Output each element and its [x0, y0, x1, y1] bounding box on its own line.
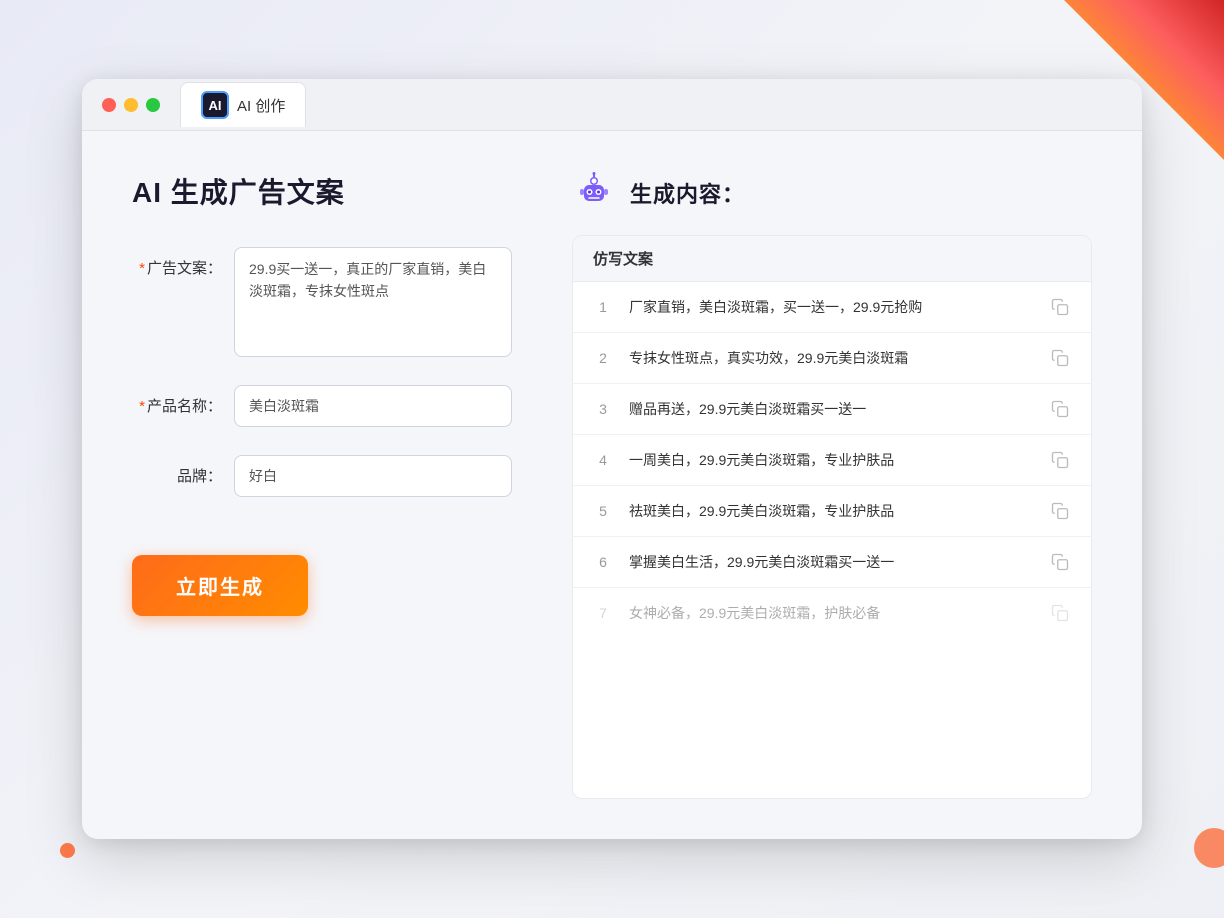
ad-copy-input[interactable]: 29.9买一送一，真正的厂家直销，美白淡斑霜，专抹女性斑点: [234, 247, 512, 357]
brand-group: 品牌：: [132, 455, 512, 497]
corner-decoration-br: [1194, 828, 1224, 868]
table-header: 仿写文案: [573, 236, 1091, 282]
product-name-group: *产品名称：: [132, 385, 512, 427]
ai-tab-icon: AI: [201, 91, 229, 119]
table-row: 1 厂家直销，美白淡斑霜，买一送一，29.9元抢购: [573, 282, 1091, 333]
maximize-button[interactable]: [146, 98, 160, 112]
main-content: AI 生成广告文案 *广告文案： 29.9买一送一，真正的厂家直销，美白淡斑霜，…: [82, 131, 1142, 839]
result-title: 生成内容：: [630, 177, 745, 209]
row-number: 6: [593, 554, 613, 570]
copy-icon[interactable]: [1049, 398, 1071, 420]
robot-icon: [572, 171, 616, 215]
result-table: 仿写文案 1 厂家直销，美白淡斑霜，买一送一，29.9元抢购 2 专抹女性斑点，真实…: [572, 235, 1092, 799]
row-text: 专抹女性斑点，真实功效，29.9元美白淡斑霜: [629, 348, 1033, 369]
row-text: 女神必备，29.9元美白淡斑霜，护肤必备: [629, 603, 1033, 624]
copy-icon[interactable]: [1049, 449, 1071, 471]
table-row: 6 掌握美白生活，29.9元美白淡斑霜买一送一: [573, 537, 1091, 588]
product-name-input[interactable]: [234, 385, 512, 427]
left-panel: AI 生成广告文案 *广告文案： 29.9买一送一，真正的厂家直销，美白淡斑霜，…: [132, 171, 512, 799]
page-title: AI 生成广告文案: [132, 171, 512, 211]
row-number: 4: [593, 452, 613, 468]
row-number: 7: [593, 605, 613, 621]
row-number: 1: [593, 299, 613, 315]
title-bar: AI AI 创作: [82, 79, 1142, 131]
brand-label: 品牌：: [132, 455, 222, 486]
table-row: 2 专抹女性斑点，真实功效，29.9元美白淡斑霜: [573, 333, 1091, 384]
copy-icon[interactable]: [1049, 602, 1071, 624]
minimize-button[interactable]: [124, 98, 138, 112]
tab-label: AI 创作: [237, 95, 285, 116]
row-text: 赠品再送，29.9元美白淡斑霜买一送一: [629, 399, 1033, 420]
copy-icon[interactable]: [1049, 347, 1071, 369]
corner-decoration-bl: [60, 843, 75, 858]
table-row: 7 女神必备，29.9元美白淡斑霜，护肤必备: [573, 588, 1091, 638]
close-button[interactable]: [102, 98, 116, 112]
required-star-product: *: [139, 398, 145, 415]
table-row: 4 一周美白，29.9元美白淡斑霜，专业护肤品: [573, 435, 1091, 486]
row-text: 一周美白，29.9元美白淡斑霜，专业护肤品: [629, 450, 1033, 471]
copy-icon[interactable]: [1049, 551, 1071, 573]
copy-icon[interactable]: [1049, 500, 1071, 522]
traffic-lights: [102, 98, 160, 112]
copy-icon[interactable]: [1049, 296, 1071, 318]
brand-input[interactable]: [234, 455, 512, 497]
results-container: 1 厂家直销，美白淡斑霜，买一送一，29.9元抢购 2 专抹女性斑点，真实功效，29…: [573, 282, 1091, 638]
row-text: 厂家直销，美白淡斑霜，买一送一，29.9元抢购: [629, 297, 1033, 318]
row-number: 3: [593, 401, 613, 417]
row-number: 2: [593, 350, 613, 366]
ad-copy-group: *广告文案： 29.9买一送一，真正的厂家直销，美白淡斑霜，专抹女性斑点: [132, 247, 512, 357]
browser-window: AI AI 创作 AI 生成广告文案 *广告文案： 29.9买一送一，真正的厂家…: [82, 79, 1142, 839]
table-row: 5 祛斑美白，29.9元美白淡斑霜，专业护肤品: [573, 486, 1091, 537]
ad-copy-label: *广告文案：: [132, 247, 222, 278]
row-text: 掌握美白生活，29.9元美白淡斑霜买一送一: [629, 552, 1033, 573]
right-panel: 生成内容： 仿写文案 1 厂家直销，美白淡斑霜，买一送一，29.9元抢购 2 专抹女…: [572, 171, 1092, 799]
result-header: 生成内容：: [572, 171, 1092, 215]
required-star-ad: *: [139, 260, 145, 277]
generate-button[interactable]: 立即生成: [132, 555, 308, 616]
table-row: 3 赠品再送，29.9元美白淡斑霜买一送一: [573, 384, 1091, 435]
ai-tab[interactable]: AI AI 创作: [180, 82, 306, 127]
row-number: 5: [593, 503, 613, 519]
product-name-label: *产品名称：: [132, 385, 222, 416]
row-text: 祛斑美白，29.9元美白淡斑霜，专业护肤品: [629, 501, 1033, 522]
